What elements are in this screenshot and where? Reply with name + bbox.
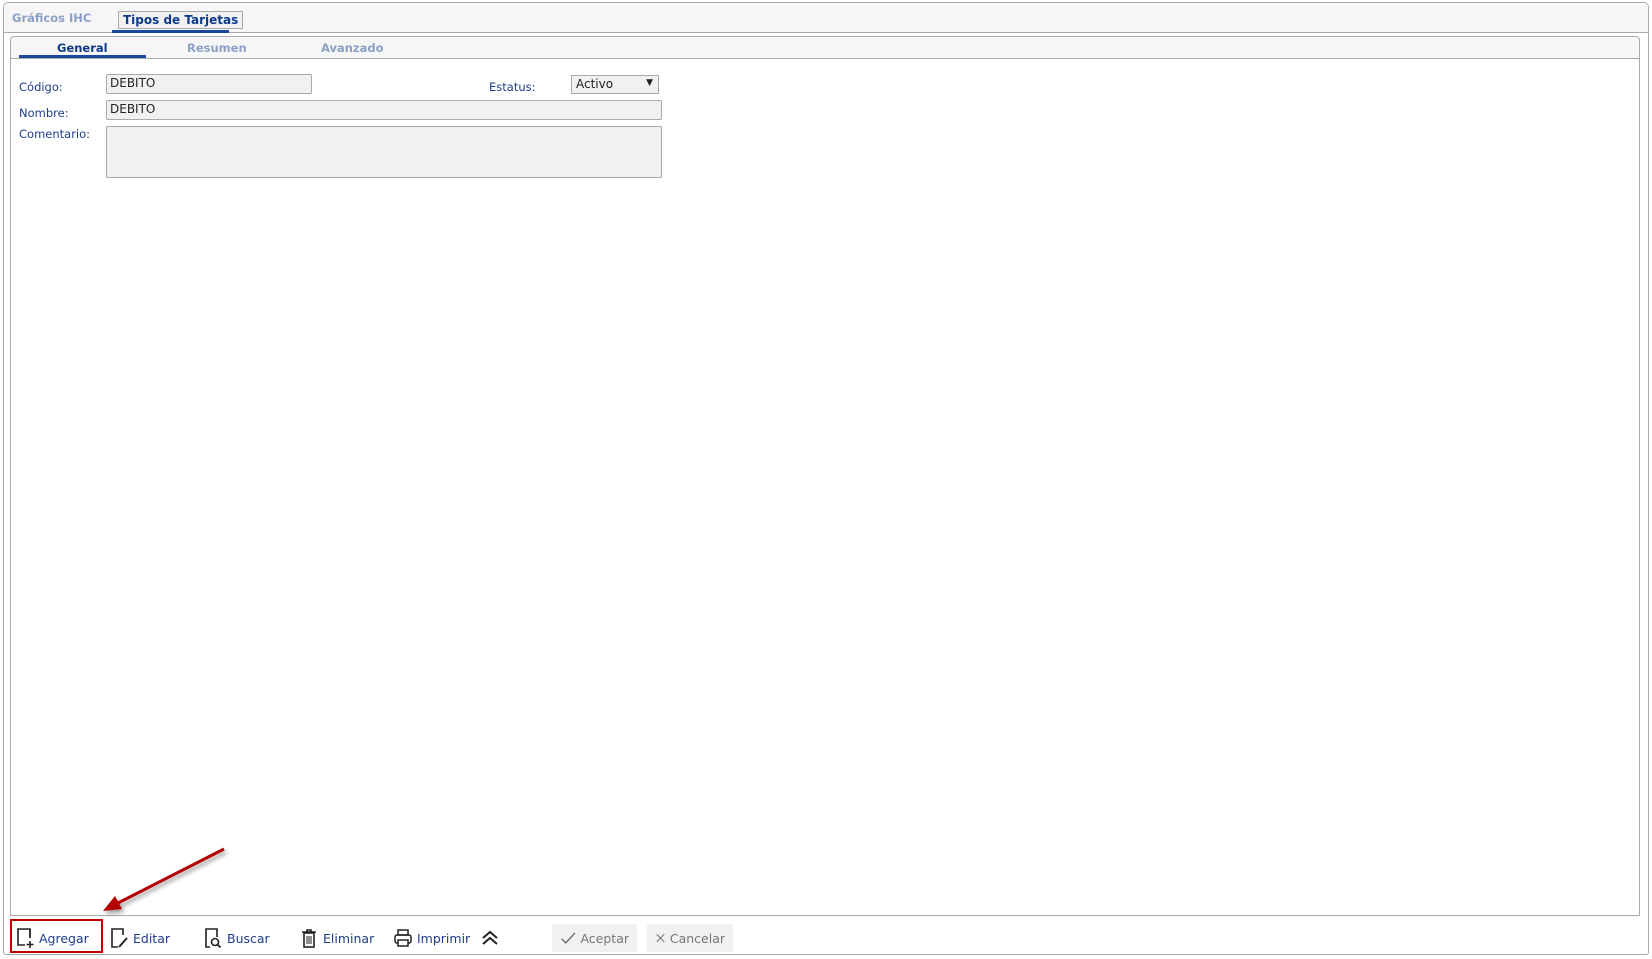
buscar-label: Buscar	[227, 930, 270, 946]
aceptar-button[interactable]: Aceptar	[552, 924, 637, 952]
tab-graficos-ihc[interactable]: Gráficos IHC	[12, 11, 91, 25]
estatus-value: Activo	[576, 77, 614, 91]
check-icon	[561, 932, 576, 944]
nombre-label: Nombre:	[19, 106, 69, 120]
buscar-button[interactable]: Buscar	[203, 924, 270, 952]
tab-resumen[interactable]: Resumen	[187, 41, 247, 55]
aceptar-label: Aceptar	[580, 930, 629, 946]
comentario-textarea[interactable]	[106, 126, 662, 178]
editar-button[interactable]: Editar	[109, 924, 170, 952]
estatus-select[interactable]: Activo ▼	[571, 75, 659, 94]
trash-icon	[302, 929, 316, 948]
highlight-box	[10, 919, 103, 953]
nombre-input[interactable]: DEBITO	[106, 100, 662, 120]
collapse-button[interactable]	[480, 924, 500, 952]
tab-avanzado[interactable]: Avanzado	[321, 41, 384, 55]
printer-icon	[394, 929, 412, 947]
tab-tipos-de-tarjetas[interactable]: Tipos de Tarjetas	[118, 11, 244, 29]
comentario-label: Comentario:	[19, 127, 91, 141]
codigo-input[interactable]: DEBITO	[106, 74, 312, 94]
eliminar-button[interactable]: Eliminar	[299, 924, 374, 952]
search-document-icon	[205, 928, 222, 949]
edit-icon	[111, 928, 128, 948]
eliminar-label: Eliminar	[323, 930, 375, 946]
imprimir-label: Imprimir	[417, 930, 471, 946]
active-tab-indicator	[112, 30, 229, 33]
top-tab-bar: Gráficos IHC Tipos de Tarjetas	[4, 3, 1648, 33]
dropdown-arrow-icon: ▼	[646, 78, 653, 88]
editar-label: Editar	[133, 930, 171, 946]
double-chevron-up-icon	[482, 930, 498, 945]
sub-tab-bar: General Resumen Avanzado	[11, 37, 1639, 59]
tab-general[interactable]: General	[57, 41, 108, 55]
cancelar-label: Cancelar	[669, 930, 725, 946]
codigo-label: Código:	[19, 80, 63, 94]
close-icon	[656, 933, 665, 943]
estatus-label: Estatus:	[489, 80, 536, 94]
cancelar-button[interactable]: Cancelar	[647, 924, 733, 952]
active-subtab-indicator	[19, 55, 146, 58]
imprimir-button[interactable]: Imprimir	[393, 924, 470, 952]
